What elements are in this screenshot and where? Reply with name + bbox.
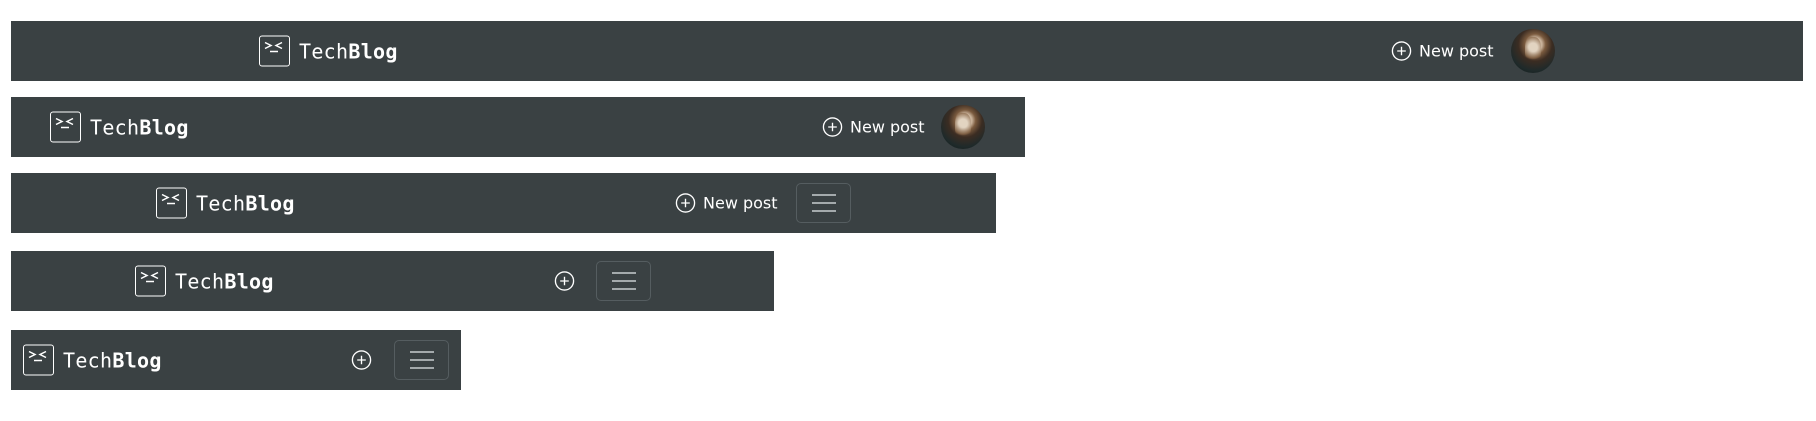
terminal-logo-icon bbox=[259, 35, 290, 67]
user-avatar[interactable] bbox=[1511, 29, 1555, 73]
brand-text: TechBlog bbox=[299, 39, 398, 63]
hamburger-menu-icon bbox=[409, 351, 434, 369]
hamburger-menu-icon bbox=[611, 272, 636, 290]
plus-circle-icon bbox=[675, 193, 696, 213]
new-post-plus-icon[interactable] bbox=[554, 271, 575, 292]
menu-toggle-button[interactable] bbox=[394, 340, 449, 380]
brand-text: TechBlog bbox=[63, 348, 162, 372]
navbar-md: TechBlog New post bbox=[11, 173, 996, 233]
new-post-link[interactable]: New post bbox=[822, 117, 925, 138]
brand-link[interactable]: TechBlog bbox=[259, 35, 398, 67]
menu-toggle-button[interactable] bbox=[796, 183, 851, 223]
terminal-logo-icon bbox=[23, 344, 54, 376]
terminal-logo-icon bbox=[50, 111, 81, 143]
brand-link[interactable]: TechBlog bbox=[23, 344, 162, 376]
terminal-logo-icon bbox=[156, 187, 187, 219]
brand-text: TechBlog bbox=[196, 191, 295, 215]
hamburger-menu-icon bbox=[811, 194, 836, 212]
new-post-plus-icon[interactable] bbox=[351, 350, 372, 371]
new-post-label: New post bbox=[1419, 41, 1494, 61]
brand-text: TechBlog bbox=[175, 269, 274, 293]
navbar-xs: TechBlog bbox=[11, 330, 461, 390]
new-post-link[interactable]: New post bbox=[675, 193, 778, 214]
navbar-xl: TechBlog New post bbox=[11, 21, 1803, 81]
brand-link[interactable]: TechBlog bbox=[156, 187, 295, 219]
navbar-lg: TechBlog New post bbox=[11, 97, 1025, 157]
brand-text: TechBlog bbox=[90, 115, 189, 139]
new-post-link[interactable]: New post bbox=[1391, 41, 1494, 62]
new-post-label: New post bbox=[703, 193, 778, 213]
user-avatar[interactable] bbox=[941, 105, 985, 149]
plus-circle-icon bbox=[1391, 41, 1412, 61]
plus-circle-icon bbox=[822, 117, 843, 137]
new-post-label: New post bbox=[850, 117, 925, 137]
menu-toggle-button[interactable] bbox=[596, 261, 651, 301]
brand-link[interactable]: TechBlog bbox=[135, 265, 274, 297]
terminal-logo-icon bbox=[135, 265, 166, 297]
brand-link[interactable]: TechBlog bbox=[50, 111, 189, 143]
navbar-sm: TechBlog bbox=[11, 251, 774, 311]
